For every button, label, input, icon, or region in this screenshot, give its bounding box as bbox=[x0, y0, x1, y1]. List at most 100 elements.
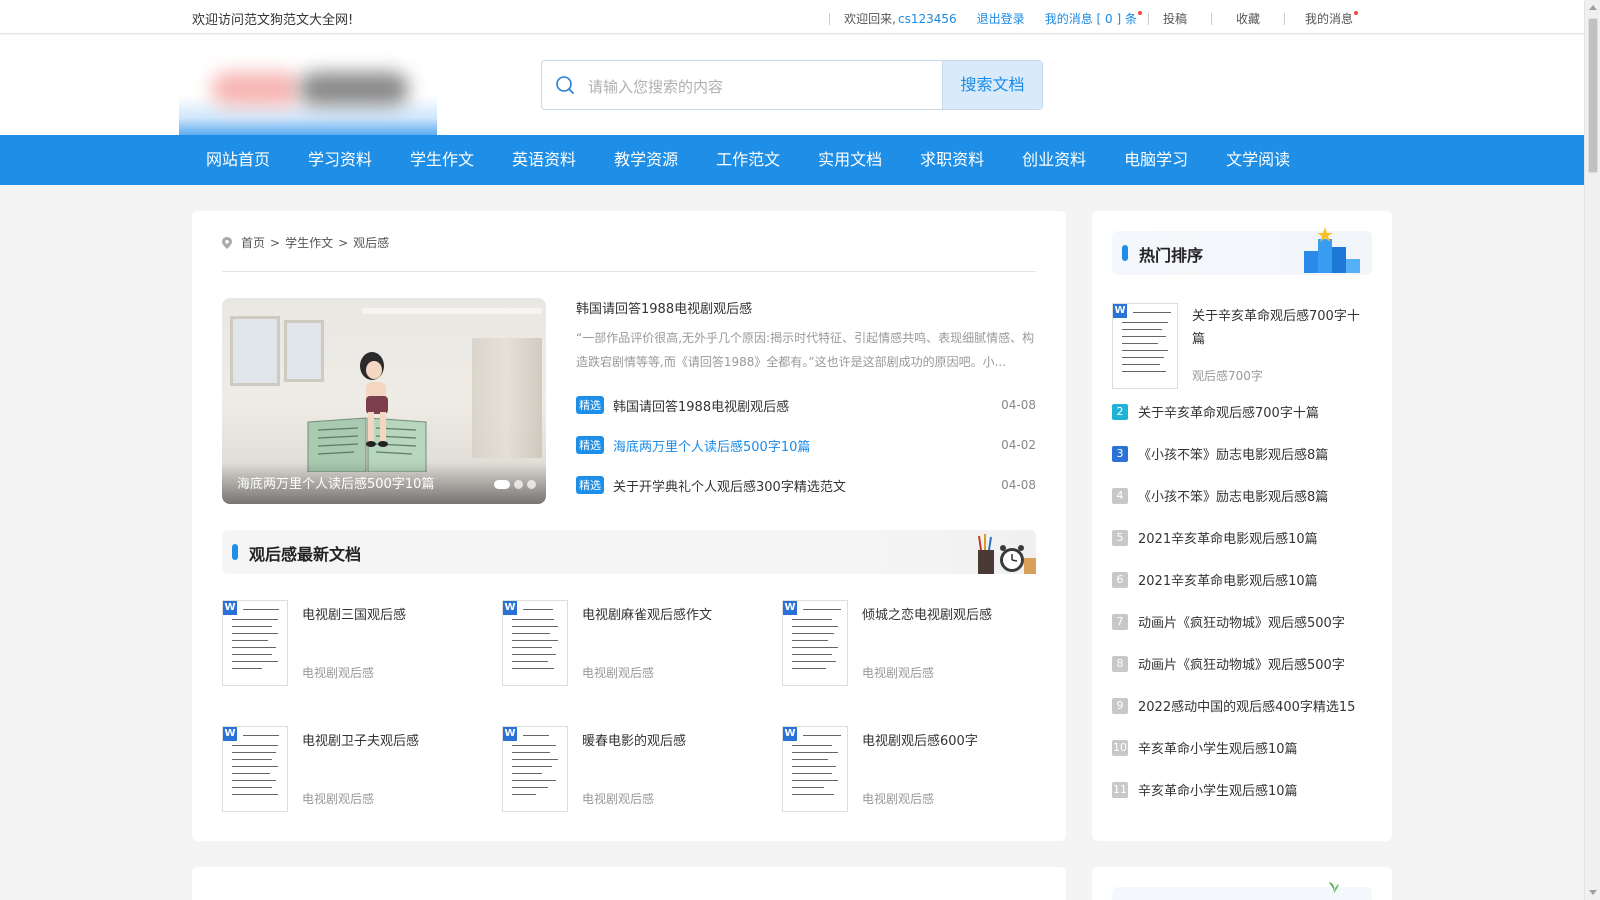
nav-item-english[interactable]: 英语资料 bbox=[493, 135, 595, 185]
username-link[interactable]: cs123456 bbox=[898, 12, 957, 26]
messages-link[interactable]: 我的消息 [ 0 ] 条 bbox=[1045, 10, 1137, 27]
doc-title[interactable]: 暖春电影的观后感 bbox=[582, 730, 686, 749]
breadcrumb-current[interactable]: 观后感 bbox=[353, 234, 389, 251]
carousel-dot[interactable] bbox=[514, 480, 523, 489]
carousel-dot[interactable] bbox=[527, 480, 536, 489]
doc-card[interactable]: W 电视剧观后感600字 电视剧观后感 bbox=[782, 726, 1052, 812]
search-button[interactable]: 搜索文档 bbox=[942, 61, 1042, 109]
nav-item-work[interactable]: 工作范文 bbox=[697, 135, 799, 185]
hero-caption[interactable]: 海底两万里个人读后感500字10篇 bbox=[237, 473, 434, 492]
rank-item[interactable]: 10 辛亥革命小学生观后感10篇 bbox=[1112, 738, 1382, 757]
doc-card[interactable]: W 暖春电影的观后感 电视剧观后感 bbox=[502, 726, 772, 812]
rank-title[interactable]: 2021辛亥革命电影观后感10篇 bbox=[1138, 528, 1318, 547]
doc-title[interactable]: 倾城之恋电视剧观后感 bbox=[862, 604, 992, 623]
scrollbar-thumb[interactable] bbox=[1588, 18, 1598, 173]
search-input[interactable]: 请输入您搜索的内容 bbox=[588, 76, 723, 97]
divider bbox=[829, 12, 831, 25]
doc-card[interactable]: W 电视剧麻雀观后感作文 电视剧观后感 bbox=[502, 600, 772, 686]
featured-tag: 精选 bbox=[576, 436, 604, 454]
nav-item-study[interactable]: 学习资料 bbox=[289, 135, 391, 185]
nav-item-literature[interactable]: 文学阅读 bbox=[1207, 135, 1309, 185]
list-item-title[interactable]: 韩国请回答1988电视剧观后感 bbox=[613, 396, 789, 415]
doc-category[interactable]: 电视剧观后感 bbox=[862, 664, 934, 681]
site-logo[interactable] bbox=[179, 46, 437, 136]
doc-thumbnail[interactable]: W bbox=[222, 726, 288, 812]
rank-title[interactable]: 2021辛亥革命电影观后感10篇 bbox=[1138, 570, 1318, 589]
doc-title[interactable]: 电视剧观后感600字 bbox=[862, 730, 978, 749]
breadcrumb-category[interactable]: 学生作文 bbox=[285, 234, 333, 251]
list-item-title[interactable]: 关于开学典礼个人观后感300字精选范文 bbox=[613, 476, 846, 495]
hot-top-item[interactable]: W 关于辛亥革命观后感700字十篇 观后感700字 bbox=[1112, 303, 1372, 389]
nav-item-computer[interactable]: 电脑学习 bbox=[1105, 135, 1207, 185]
nav-item-essays[interactable]: 学生作文 bbox=[391, 135, 493, 185]
rank-title[interactable]: 辛亥革命小学生观后感10篇 bbox=[1138, 780, 1298, 799]
nav-item-startup[interactable]: 创业资料 bbox=[1003, 135, 1105, 185]
divider bbox=[1210, 12, 1212, 25]
rank-title[interactable]: 动画片《疯狂动物城》观后感500字 bbox=[1138, 612, 1345, 631]
nav-item-jobs[interactable]: 求职资料 bbox=[901, 135, 1003, 185]
section-title: 观后感最新文档 bbox=[249, 545, 362, 564]
rank-badge: 6 bbox=[1112, 571, 1128, 588]
doc-thumbnail[interactable]: W bbox=[1112, 303, 1178, 389]
doc-title[interactable]: 电视剧卫子夫观后感 bbox=[302, 730, 419, 749]
breadcrumb-separator: > bbox=[338, 235, 349, 250]
notification-dot bbox=[1354, 10, 1358, 15]
rank-title[interactable]: 辛亥革命小学生观后感10篇 bbox=[1138, 738, 1298, 757]
doc-category[interactable]: 电视剧观后感 bbox=[582, 664, 654, 681]
rank-item[interactable]: 9 2022感动中国的观后感400字精选15 bbox=[1112, 696, 1382, 715]
rank-item[interactable]: 6 2021辛亥革命电影观后感10篇 bbox=[1112, 570, 1382, 589]
list-item-title[interactable]: 海底两万里个人读后感500字10篇 bbox=[613, 436, 810, 455]
carousel-dot[interactable] bbox=[494, 480, 510, 489]
doc-thumbnail[interactable]: W bbox=[502, 726, 568, 812]
hot-top-title[interactable]: 关于辛亥革命观后感700字十篇 bbox=[1192, 305, 1372, 351]
rank-title[interactable]: 关于辛亥革命观后感700字十篇 bbox=[1138, 402, 1319, 421]
hot-top-category[interactable]: 观后感700字 bbox=[1192, 367, 1263, 384]
rank-item[interactable]: 5 2021辛亥革命电影观后感10篇 bbox=[1112, 528, 1382, 547]
hero-illustration bbox=[362, 308, 542, 314]
hero-illustration bbox=[472, 338, 542, 458]
doc-thumbnail[interactable]: W bbox=[502, 600, 568, 686]
rank-title[interactable]: 动画片《疯狂动物城》观后感500字 bbox=[1138, 654, 1345, 673]
list-item-date: 04-08 bbox=[1001, 478, 1036, 492]
doc-category[interactable]: 电视剧观后感 bbox=[862, 790, 934, 807]
welcome-text: 欢迎访问范文狗范文大全网! bbox=[192, 13, 354, 28]
scroll-up-icon[interactable] bbox=[1589, 5, 1597, 10]
rank-title[interactable]: 《小孩不笨》励志电影观后感8篇 bbox=[1138, 444, 1328, 463]
nav-item-teaching[interactable]: 教学资源 bbox=[595, 135, 697, 185]
rank-title[interactable]: 2022感动中国的观后感400字精选15 bbox=[1138, 696, 1355, 715]
hero-carousel[interactable]: 海底两万里个人读后感500字10篇 bbox=[222, 298, 546, 504]
favorites-link[interactable]: 收藏 bbox=[1236, 10, 1260, 27]
doc-category[interactable]: 电视剧观后感 bbox=[302, 664, 374, 681]
doc-category[interactable]: 电视剧观后感 bbox=[302, 790, 374, 807]
doc-title[interactable]: 电视剧三国观后感 bbox=[302, 604, 406, 623]
list-item[interactable]: 精选 关于开学典礼个人观后感300字精选范文 04-08 bbox=[576, 465, 1036, 505]
sidebar-card bbox=[1092, 867, 1392, 900]
nav-item-practical[interactable]: 实用文档 bbox=[799, 135, 901, 185]
nav-item-home[interactable]: 网站首页 bbox=[187, 135, 289, 185]
doc-thumbnail[interactable]: W bbox=[782, 600, 848, 686]
rank-item[interactable]: 2 关于辛亥革命观后感700字十篇 bbox=[1112, 402, 1382, 421]
list-item[interactable]: 精选 韩国请回答1988电视剧观后感 04-08 bbox=[576, 385, 1036, 425]
rank-item[interactable]: 4 《小孩不笨》励志电影观后感8篇 bbox=[1112, 486, 1382, 505]
doc-card[interactable]: W 倾城之恋电视剧观后感 电视剧观后感 bbox=[782, 600, 1052, 686]
list-item[interactable]: 精选 海底两万里个人读后感500字10篇 04-02 bbox=[576, 425, 1036, 465]
doc-thumbnail[interactable]: W bbox=[782, 726, 848, 812]
doc-category[interactable]: 电视剧观后感 bbox=[582, 790, 654, 807]
logout-link[interactable]: 退出登录 bbox=[977, 10, 1025, 27]
featured-title[interactable]: 韩国请回答1988电视剧观后感 bbox=[576, 298, 1036, 317]
rank-item[interactable]: 8 动画片《疯狂动物城》观后感500字 bbox=[1112, 654, 1382, 673]
submit-link[interactable]: 投稿 bbox=[1163, 10, 1187, 27]
doc-card[interactable]: W 电视剧三国观后感 电视剧观后感 bbox=[222, 600, 492, 686]
doc-thumbnail[interactable]: W bbox=[222, 600, 288, 686]
rank-item[interactable]: 11 辛亥革命小学生观后感10篇 bbox=[1112, 780, 1382, 799]
rank-item[interactable]: 7 动画片《疯狂动物城》观后感500字 bbox=[1112, 612, 1382, 631]
page-scrollbar[interactable] bbox=[1584, 0, 1600, 900]
breadcrumb-home[interactable]: 首页 bbox=[241, 234, 265, 251]
doc-title[interactable]: 电视剧麻雀观后感作文 bbox=[582, 604, 712, 623]
scroll-down-icon[interactable] bbox=[1589, 890, 1597, 895]
rank-item[interactable]: 3 《小孩不笨》励志电影观后感8篇 bbox=[1112, 444, 1382, 463]
main-nav: 网站首页 学习资料 学生作文 英语资料 教学资源 工作范文 实用文档 求职资料 … bbox=[0, 135, 1584, 185]
rank-title[interactable]: 《小孩不笨》励志电影观后感8篇 bbox=[1138, 486, 1328, 505]
doc-card[interactable]: W 电视剧卫子夫观后感 电视剧观后感 bbox=[222, 726, 492, 812]
my-messages-link[interactable]: 我的消息 bbox=[1305, 10, 1353, 27]
